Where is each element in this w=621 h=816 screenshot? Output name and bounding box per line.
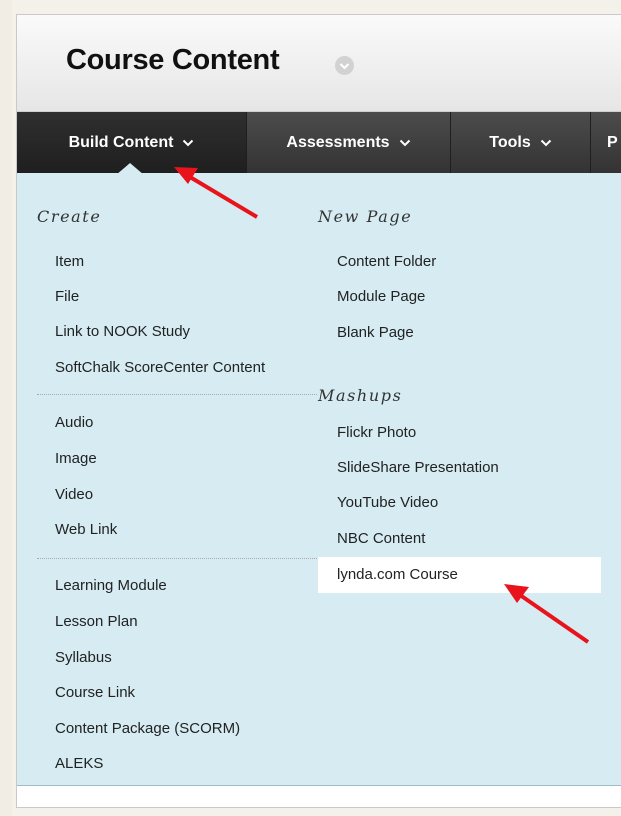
menu-item-flickr-photo[interactable]: Flickr Photo: [337, 424, 416, 441]
menu-item-module-page[interactable]: Module Page: [337, 288, 425, 305]
course-toolbar: Build Content Assessments Tools P: [17, 112, 621, 173]
options-chevron-icon[interactable]: [335, 56, 354, 75]
menu-item-syllabus[interactable]: Syllabus: [55, 649, 112, 666]
menu-item-course-link[interactable]: Course Link: [55, 684, 135, 701]
menu-item-lesson-plan[interactable]: Lesson Plan: [55, 613, 138, 630]
create-heading: Create: [37, 207, 102, 226]
menu-item-youtube-video[interactable]: YouTube Video: [337, 494, 438, 511]
chevron-down-icon: [399, 139, 411, 147]
menu-item-web-link[interactable]: Web Link: [55, 521, 117, 538]
mashups-heading: Mashups: [318, 386, 403, 405]
menu-item-aleks[interactable]: ALEKS: [55, 755, 103, 772]
tab-tools[interactable]: Tools: [451, 112, 591, 173]
menu-item-file[interactable]: File: [55, 288, 79, 305]
tab-partial[interactable]: P: [591, 112, 621, 173]
menu-item-softchalk[interactable]: SoftChalk ScoreCenter Content: [55, 359, 265, 376]
tab-assessments[interactable]: Assessments: [247, 112, 451, 173]
tab-label: Build Content: [68, 133, 174, 151]
tab-label: P: [607, 133, 618, 151]
menu-item-slideshare[interactable]: SlideShare Presentation: [337, 459, 499, 476]
new-page-heading: New Page: [318, 207, 413, 226]
menu-divider: [37, 394, 317, 395]
menu-item-link-nook[interactable]: Link to NOOK Study: [55, 323, 190, 340]
menu-item-learning-module[interactable]: Learning Module: [55, 577, 167, 594]
page-title: Course Content: [66, 44, 280, 76]
menu-item-video[interactable]: Video: [55, 486, 93, 503]
tab-label: Tools: [489, 133, 531, 151]
tab-label: Assessments: [286, 133, 390, 151]
menu-item-nbc-content[interactable]: NBC Content: [337, 530, 425, 547]
menu-item-content-package[interactable]: Content Package (SCORM): [55, 720, 240, 737]
menu-divider: [37, 558, 317, 559]
menu-item-item[interactable]: Item: [55, 253, 84, 270]
chevron-down-icon: [182, 139, 194, 147]
chevron-down-icon: [540, 139, 552, 147]
menu-item-blank-page[interactable]: Blank Page: [337, 324, 414, 341]
menu-item-audio[interactable]: Audio: [55, 414, 93, 431]
menu-item-image[interactable]: Image: [55, 450, 97, 467]
menu-item-content-folder[interactable]: Content Folder: [337, 253, 436, 270]
window-edge: [0, 0, 12, 816]
menu-item-lynda-course[interactable]: lynda.com Course: [337, 566, 458, 583]
